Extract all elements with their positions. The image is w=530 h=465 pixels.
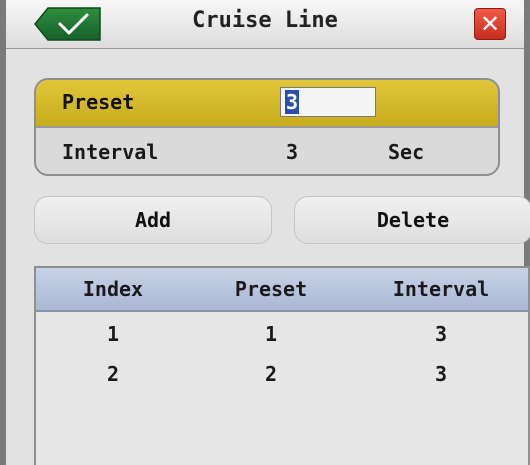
interval-value[interactable]: 3 (286, 140, 298, 164)
table-row[interactable]: 1 1 3 (36, 316, 528, 356)
cell-interval: 3 (434, 362, 448, 386)
preset-label: Preset (62, 90, 135, 114)
delete-button[interactable]: Delete (294, 196, 530, 244)
cruise-table: Index Preset Interval 1 1 3 2 2 3 (34, 266, 530, 465)
table-header: Index Preset Interval (36, 268, 528, 312)
close-button[interactable]: ✕ (474, 8, 506, 40)
cell-interval: 3 (434, 322, 448, 346)
parameter-panel: Preset 3 Interval 3 Sec (34, 78, 500, 176)
header-preset: Preset (234, 277, 308, 301)
add-button[interactable]: Add (34, 196, 272, 244)
interval-label: Interval (62, 140, 159, 164)
header-interval: Interval (392, 277, 490, 301)
cell-index: 1 (106, 322, 120, 346)
close-x-icon: ✕ (479, 10, 501, 38)
dialog-title: Cruise Line (192, 8, 338, 33)
cruise-line-dialog: Cruise Line ✕ Preset 3 Interval 3 Sec Ad… (0, 0, 530, 465)
preset-row[interactable]: Preset 3 (36, 80, 498, 128)
title-bar: Cruise Line ✕ (6, 0, 524, 49)
cell-preset: 1 (264, 322, 278, 346)
preset-input[interactable]: 3 (280, 87, 376, 117)
cell-preset: 2 (264, 362, 278, 386)
table-row[interactable]: 2 2 3 (36, 356, 528, 396)
preset-input-value: 3 (285, 90, 300, 114)
cell-index: 2 (106, 362, 120, 386)
interval-unit: Sec (388, 140, 425, 164)
interval-row[interactable]: Interval 3 Sec (36, 128, 498, 174)
header-index: Index (82, 277, 144, 301)
